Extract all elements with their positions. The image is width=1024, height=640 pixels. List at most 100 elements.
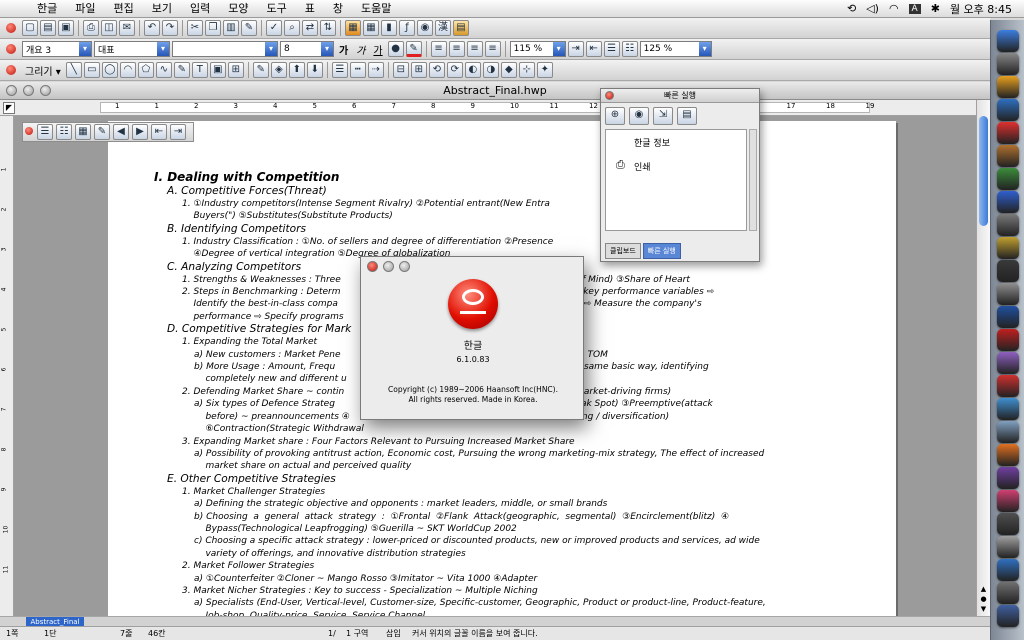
outline-list-icon[interactable]: ☰ — [37, 124, 53, 140]
outdent-icon[interactable]: ⇤ — [585, 41, 602, 57]
bluetooth-icon[interactable]: ✱ — [931, 2, 940, 15]
vertical-scrollbar[interactable]: ▲ ● ▼ — [976, 100, 990, 616]
mail-icon[interactable]: ✉ — [119, 20, 135, 36]
underline-button[interactable]: 가 — [370, 42, 385, 57]
dock-app-icon[interactable] — [997, 191, 1019, 213]
dock-app-icon[interactable] — [997, 559, 1019, 581]
dock-app-icon[interactable] — [997, 260, 1019, 282]
outline-collapse-icon[interactable]: ⇤ — [151, 124, 167, 140]
chevron-down-icon[interactable]: ▾ — [265, 42, 277, 56]
document-window-titlebar[interactable]: Abstract_Final.hwp — [0, 82, 990, 100]
vertical-ruler[interactable]: 1 2 3 4 5 6 7 8 9 10 11 — [0, 116, 14, 616]
scroll-thumb[interactable] — [979, 116, 988, 226]
outline-style-icon[interactable]: ✎ — [94, 124, 110, 140]
menu-help[interactable]: 도움말 — [352, 0, 400, 18]
shadow-icon[interactable]: ◆ — [500, 62, 517, 78]
pen-tool-icon[interactable]: ✎ — [173, 62, 190, 78]
arc-tool-icon[interactable]: ◠ — [119, 62, 136, 78]
dialog-zoom-button[interactable] — [399, 261, 410, 272]
group-icon[interactable]: ▣ — [209, 62, 226, 78]
table-icon[interactable]: ▦ — [363, 20, 379, 36]
picture-icon[interactable]: ▦ — [345, 20, 361, 36]
add-item-icon[interactable]: ⊕ — [605, 107, 625, 125]
menu-edit[interactable]: 편집 — [105, 0, 143, 18]
replace-icon[interactable]: ⇄ — [302, 20, 318, 36]
outline-level-icon[interactable]: ☷ — [56, 124, 72, 140]
menu-window[interactable]: 창 — [324, 0, 352, 18]
save-icon[interactable]: ▣ — [58, 20, 74, 36]
textbox-icon[interactable]: T — [191, 62, 208, 78]
menu-format[interactable]: 모양 — [219, 0, 257, 18]
dock-app-icon[interactable] — [997, 329, 1019, 351]
trash-icon[interactable]: ▤ — [677, 107, 697, 125]
panel-scrollbar[interactable] — [749, 129, 757, 231]
dialog-minimize-button[interactable] — [383, 261, 394, 272]
outline-demote-icon[interactable]: ▶ — [132, 124, 148, 140]
chevron-down-icon[interactable]: ▾ — [321, 42, 333, 56]
window-zoom-button[interactable] — [40, 85, 51, 96]
dash-style-icon[interactable]: ┅ — [349, 62, 366, 78]
status-mode[interactable]: 삽입 — [386, 627, 401, 640]
outline-promote-icon[interactable]: ◀ — [113, 124, 129, 140]
bold-button[interactable]: 가 — [336, 42, 351, 57]
rectangle-tool-icon[interactable]: ▭ — [83, 62, 100, 78]
toolbar-close-icon[interactable] — [6, 65, 16, 75]
tab-quick-launch[interactable]: 빠른 실행 — [642, 243, 681, 259]
font-color-icon[interactable]: ✎ — [405, 41, 422, 57]
bullet-list-icon[interactable]: ☰ — [603, 41, 620, 57]
dock-app-icon[interactable] — [997, 283, 1019, 305]
align-center-icon[interactable]: ≡ — [466, 41, 483, 57]
dock-app-icon[interactable] — [997, 467, 1019, 489]
page-nav-buttons[interactable]: ▲ ● ▼ — [978, 584, 989, 614]
font-language-select[interactable]: 대표 ▾ — [94, 41, 170, 57]
italic-button[interactable]: 가 — [353, 42, 368, 57]
dictionary-icon[interactable]: ▤ — [453, 20, 469, 36]
list-item-print[interactable]: 인쇄 — [634, 160, 651, 173]
toolbar-close-icon[interactable] — [6, 44, 16, 54]
undo-icon[interactable]: ↶ — [144, 20, 160, 36]
redo-icon[interactable]: ↷ — [162, 20, 178, 36]
arrow-style-icon[interactable]: ⇢ — [367, 62, 384, 78]
list-item-hangul-info[interactable]: 한글 정보 — [634, 136, 670, 149]
flip-horizontal-icon[interactable]: ◐ — [464, 62, 481, 78]
open-icon[interactable]: ▤ — [40, 20, 56, 36]
wifi-icon[interactable]: ◠ — [889, 2, 899, 15]
dock-app-icon[interactable] — [997, 30, 1019, 52]
font-name-select[interactable]: ▾ — [172, 41, 278, 57]
dock-app-icon[interactable] — [997, 536, 1019, 558]
dock-app-icon[interactable] — [997, 237, 1019, 259]
menu-insert[interactable]: 입력 — [181, 0, 219, 18]
bring-forward-icon[interactable]: ⬆ — [288, 62, 305, 78]
hanja-icon[interactable]: 漢 — [435, 20, 451, 36]
grid-icon[interactable]: ⊹ — [518, 62, 535, 78]
outline-expand-icon[interactable]: ⇥ — [170, 124, 186, 140]
dock-app-icon[interactable] — [997, 605, 1019, 627]
style-select[interactable]: 개요 3 ▾ — [22, 41, 92, 57]
indent-icon[interactable]: ⇥ — [567, 41, 584, 57]
dock-app-icon[interactable] — [997, 122, 1019, 144]
print-icon[interactable]: ⎙ — [83, 20, 99, 36]
export-icon[interactable]: ⇲ — [653, 107, 673, 125]
font-size-select[interactable]: 8 ▾ — [280, 41, 334, 57]
polygon-tool-icon[interactable]: ⬠ — [137, 62, 154, 78]
send-backward-icon[interactable]: ⬇ — [306, 62, 323, 78]
dock-app-icon[interactable] — [997, 444, 1019, 466]
new-document-icon[interactable]: ▢ — [22, 20, 38, 36]
dock-app-icon[interactable] — [997, 306, 1019, 328]
volume-icon[interactable]: ◁) — [866, 2, 879, 15]
dock-app-icon[interactable] — [997, 513, 1019, 535]
strikethrough-icon[interactable]: ● — [387, 41, 404, 57]
copy-icon[interactable]: ❐ — [205, 20, 221, 36]
rotate-right-icon[interactable]: ⟳ — [446, 62, 463, 78]
dock-app-icon[interactable] — [997, 398, 1019, 420]
chart-icon[interactable]: ▮ — [381, 20, 397, 36]
align-left-icon[interactable]: ≡ — [448, 41, 465, 57]
ungroup-icon[interactable]: ⊞ — [227, 62, 244, 78]
menu-file[interactable]: 파일 — [66, 0, 104, 18]
dock-app-icon[interactable] — [997, 375, 1019, 397]
horizontal-ruler[interactable]: ◤ 112345678910111213141516171819 — [0, 100, 990, 116]
zoom-select[interactable]: 115 % ▾ — [509, 41, 566, 57]
format-painter-icon[interactable]: ✎ — [241, 20, 257, 36]
tab-stop-icon[interactable]: ◤ — [3, 102, 15, 114]
curve-tool-icon[interactable]: ∿ — [155, 62, 172, 78]
